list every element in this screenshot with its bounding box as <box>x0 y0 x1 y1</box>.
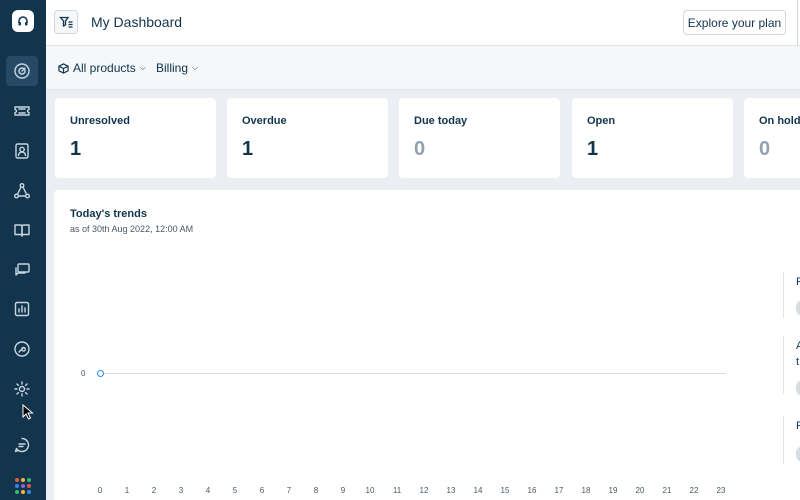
billing-dropdown[interactable]: Billing ⌵ <box>156 61 198 75</box>
explore-plan-button[interactable]: Explore your plan <box>683 10 786 35</box>
stat-card-label: Open <box>587 115 616 127</box>
tools-icon[interactable] <box>6 334 38 364</box>
x-axis-tick: 21 <box>662 486 672 495</box>
grid-dot <box>15 490 19 494</box>
stat-card-label: Unresolved <box>70 115 130 127</box>
metric-indicator <box>796 446 800 462</box>
metric-label: R <box>796 276 800 288</box>
grid-dot <box>21 490 25 494</box>
dashboard-icon[interactable] <box>6 56 38 86</box>
settings-icon[interactable] <box>6 374 38 404</box>
x-axis-tick: 2 <box>151 486 157 495</box>
x-axis-tick: 13 <box>446 486 456 495</box>
tickets-icon[interactable] <box>6 96 38 126</box>
filter-bar: All products ⌵ Billing ⌵ <box>46 46 800 90</box>
grid-dot <box>21 484 25 488</box>
stat-card-value: 1 <box>242 138 254 160</box>
knowledge-base-icon[interactable] <box>6 215 38 245</box>
stat-card-value: 1 <box>70 138 82 160</box>
x-axis-tick: 9 <box>340 486 346 495</box>
chevron-down-icon: ⌵ <box>192 63 199 72</box>
x-axis-tick: 15 <box>500 486 510 495</box>
freshdesk-logo-icon[interactable] <box>12 10 34 32</box>
stat-card-value: 0 <box>414 138 426 160</box>
x-axis-tick: 3 <box>178 486 184 495</box>
filter-toggle-button[interactable] <box>54 10 78 34</box>
contacts-icon[interactable] <box>6 136 38 166</box>
x-axis-tick: 19 <box>608 486 618 495</box>
page-title: My Dashboard <box>91 14 183 30</box>
x-axis-tick: 17 <box>554 486 564 495</box>
stat-card-label: Due today <box>414 115 468 127</box>
x-axis-tick: 7 <box>286 486 292 495</box>
apps-grid-icon[interactable] <box>15 478 31 494</box>
x-axis-tick: 23 <box>716 486 726 495</box>
products-icon <box>58 62 69 74</box>
grid-dot <box>21 478 25 482</box>
x-axis-tick: 14 <box>473 486 483 495</box>
x-axis-tick: 0 <box>97 486 103 495</box>
stat-card-due-today[interactable]: Due today 0 <box>399 98 560 178</box>
sidebar <box>0 0 46 500</box>
grid-dot <box>15 478 19 482</box>
stat-card-on-hold[interactable]: On hold 0 <box>744 98 800 178</box>
x-axis-tick: 20 <box>635 486 645 495</box>
metric-label: R <box>796 420 800 432</box>
metric-divider <box>783 416 784 464</box>
metric-divider <box>783 272 784 318</box>
top-header: My Dashboard Explore your plan <box>46 0 800 46</box>
x-axis-tick: 4 <box>205 486 211 495</box>
stat-card-label: On hold <box>759 115 800 127</box>
x-axis-tick: 6 <box>259 486 265 495</box>
grid-dot <box>27 478 31 482</box>
grid-dot <box>15 484 19 488</box>
stat-card-label: Overdue <box>242 115 287 127</box>
trend-line <box>100 373 726 374</box>
grid-dot <box>27 484 31 488</box>
stat-card-open[interactable]: Open 1 <box>572 98 733 178</box>
x-axis-tick: 5 <box>232 486 238 495</box>
todays-trends-panel: Today's trends as of 30th Aug 2022, 12:0… <box>54 190 800 500</box>
filter-icon <box>59 16 73 28</box>
x-axis-tick: 12 <box>419 486 429 495</box>
chevron-down-icon: ⌵ <box>139 63 146 72</box>
trends-title: Today's trends <box>70 208 147 220</box>
trend-data-point[interactable] <box>97 370 104 377</box>
reports-icon[interactable] <box>6 294 38 324</box>
billing-dropdown-label: Billing <box>156 61 189 75</box>
x-axis-tick: 1 <box>124 486 130 495</box>
x-axis-tick: 10 <box>365 486 375 495</box>
metric-indicator <box>796 380 800 396</box>
x-axis-tick: 16 <box>527 486 537 495</box>
social-icon[interactable] <box>6 176 38 206</box>
y-axis-label: 0 <box>81 369 86 378</box>
stat-card-overdue[interactable]: Overdue 1 <box>227 98 388 178</box>
x-axis-tick: 11 <box>392 486 402 495</box>
x-axis-tick: 8 <box>313 486 319 495</box>
x-axis-tick: 22 <box>689 486 699 495</box>
metric-divider <box>783 336 784 394</box>
grid-dot <box>27 490 31 494</box>
stat-card-value: 0 <box>759 138 771 160</box>
stat-card-unresolved[interactable]: Unresolved 1 <box>55 98 216 178</box>
mouse-cursor-icon <box>22 404 34 420</box>
metric-label: A <box>796 340 800 352</box>
trends-subtitle: as of 30th Aug 2022, 12:00 AM <box>70 224 194 234</box>
metric-indicator <box>796 300 800 316</box>
stat-card-value: 1 <box>587 138 599 160</box>
products-dropdown[interactable]: All products ⌵ <box>58 61 146 75</box>
x-axis-tick: 18 <box>581 486 591 495</box>
conversations-icon[interactable] <box>6 255 38 285</box>
products-dropdown-label: All products <box>73 61 136 75</box>
metric-label: t <box>796 356 800 368</box>
chat-icon[interactable] <box>6 430 38 460</box>
